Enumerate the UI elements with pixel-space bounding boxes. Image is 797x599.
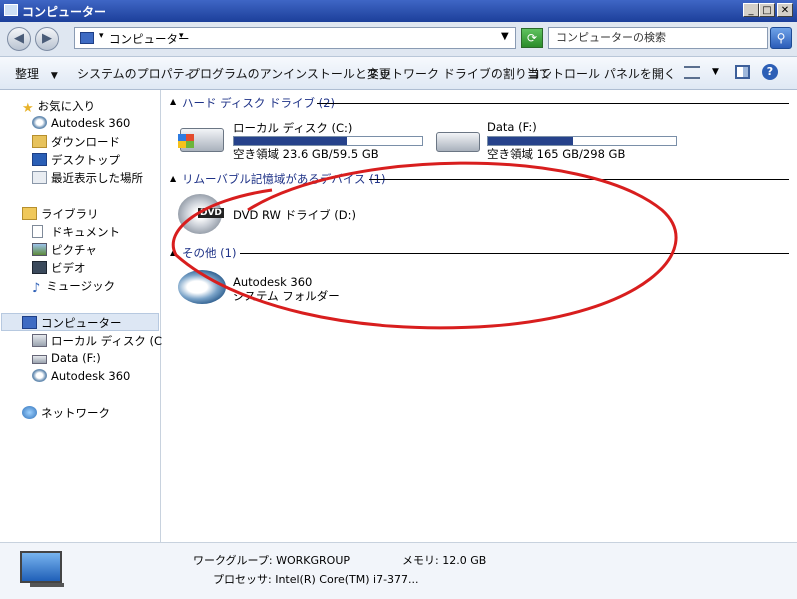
nav-item-label: ダウンロード [51,135,120,149]
help-icon[interactable]: ? [762,64,778,80]
memory-text: メモリ: 12.0 GB [402,554,487,567]
nav-item-label: ビデオ [51,261,86,275]
recent-places-icon [32,171,47,184]
organize-label: 整理 [15,67,40,81]
back-button[interactable]: ◀ [7,27,31,51]
system-properties-button[interactable]: システムのプロパティ [77,65,196,82]
maximize-button[interactable]: □ [759,3,775,17]
picture-icon [32,243,47,256]
cloud-icon [32,116,47,129]
workgroup-text: ワークグループ: WORKGROUP [193,554,351,567]
nav-item-drive-c[interactable]: ローカル ディスク (C:) [32,333,170,349]
organize-button[interactable]: 整理 ▼ [15,65,58,82]
nav-computer-label: コンピューター [41,316,122,330]
nav-item-autodesk360[interactable]: Autodesk 360 [32,116,130,130]
music-icon: ♪ [32,281,41,296]
details-pane: ワークグループ: WORKGROUP メモリ: 12.0 GB プロセッサ: I… [0,542,797,599]
minimize-button[interactable]: _ [743,3,759,17]
nav-item-label: Autodesk 360 [51,369,131,383]
chevron-down-icon: ▼ [50,71,58,81]
nav-item-desktop[interactable]: デスクトップ [32,152,120,168]
view-options-icon[interactable] [684,66,700,79]
video-icon [32,261,47,274]
computer-icon [22,316,37,329]
chevron-down-icon[interactable]: ▾ [179,31,184,41]
nav-item-label: ドキュメント [51,225,120,239]
nav-libraries[interactable]: ライブラリ [22,206,99,222]
search-input[interactable]: コンピューターの検索 [548,27,768,49]
hard-drive-icon [32,334,47,347]
address-path[interactable]: コンピューター [109,31,190,47]
address-bar[interactable]: ▾ コンピューター ▾ ▼ [74,27,516,49]
nav-libraries-label: ライブラリ [41,207,99,221]
address-row: ◀ ▶ ▾ コンピューター ▾ ▼ ⟳ コンピューターの検索 ⚲ [0,22,797,57]
address-dropdown-icon[interactable]: ▼ [501,31,509,42]
control-panel-button[interactable]: コントロール パネルを開く [528,65,676,82]
nav-item-recent[interactable]: 最近表示した場所 [32,170,143,186]
computer-icon [20,551,62,583]
annotation-circle [171,161,678,330]
document-icon [32,225,43,238]
library-icon [22,207,37,220]
hard-drive-icon [32,355,47,364]
title-bar: コンピューター _ □ ✕ [0,0,797,22]
network-icon [22,406,37,419]
nav-item-documents[interactable]: ドキュメント [32,224,120,240]
nav-favorites[interactable]: ★ お気に入り [22,98,96,116]
nav-network-label: ネットワーク [41,406,110,420]
nav-item-pictures[interactable]: ピクチャ [32,242,97,258]
forward-button[interactable]: ▶ [35,27,59,51]
star-icon: ★ [22,101,34,116]
nav-item-videos[interactable]: ビデオ [32,260,86,276]
window-title: コンピューター [22,5,107,19]
download-folder-icon [32,135,47,148]
refresh-button[interactable]: ⟳ [521,28,543,48]
desktop-icon [32,153,47,166]
nav-item-autodesk360-computer[interactable]: Autodesk 360 [32,369,130,383]
nav-item-label: Data (F:) [51,351,101,365]
nav-item-label: ピクチャ [51,243,97,257]
processor-text: プロセッサ: Intel(R) Core(TM) i7-377... [213,573,419,586]
preview-pane-icon[interactable] [735,65,750,79]
nav-item-downloads[interactable]: ダウンロード [32,134,120,150]
cloud-icon [32,369,47,382]
nav-item-label: 最近表示した場所 [51,171,143,185]
uninstall-button[interactable]: プログラムのアンインストールと変更 [188,65,391,82]
chevron-right-icon[interactable]: ▾ [99,31,104,41]
nav-network[interactable]: ネットワーク [22,405,110,421]
nav-item-label: ローカル ディスク (C:) [51,334,171,348]
nav-item-music[interactable]: ♪ ミュージック [32,278,116,296]
command-bar: 整理 ▼ システムのプロパティ プログラムのアンインストールと変更 ネットワーク… [0,57,797,90]
nav-favorites-label: お気に入り [37,99,96,113]
navigation-pane: ★ お気に入り Autodesk 360 ダウンロード デスクトップ 最近表示した… [0,90,170,542]
computer-icon [80,32,94,44]
close-button[interactable]: ✕ [777,3,793,17]
nav-computer[interactable]: コンピューター [22,315,122,331]
computer-stand-icon [30,583,64,587]
chevron-down-icon[interactable]: ▼ [712,67,719,77]
nav-item-label: Autodesk 360 [51,116,131,130]
nav-item-label: デスクトップ [51,153,120,167]
search-icon[interactable]: ⚲ [770,27,792,49]
map-network-drive-button[interactable]: ネットワーク ドライブの割り当て [367,65,551,82]
computer-icon [4,4,18,16]
nav-item-label: ミュージック [46,279,116,293]
content-pane: ▲ ハード ディスク ドライブ (2) ローカル ディスク (C:) 空き領域 … [162,90,797,542]
nav-item-drive-f[interactable]: Data (F:) [32,351,101,365]
